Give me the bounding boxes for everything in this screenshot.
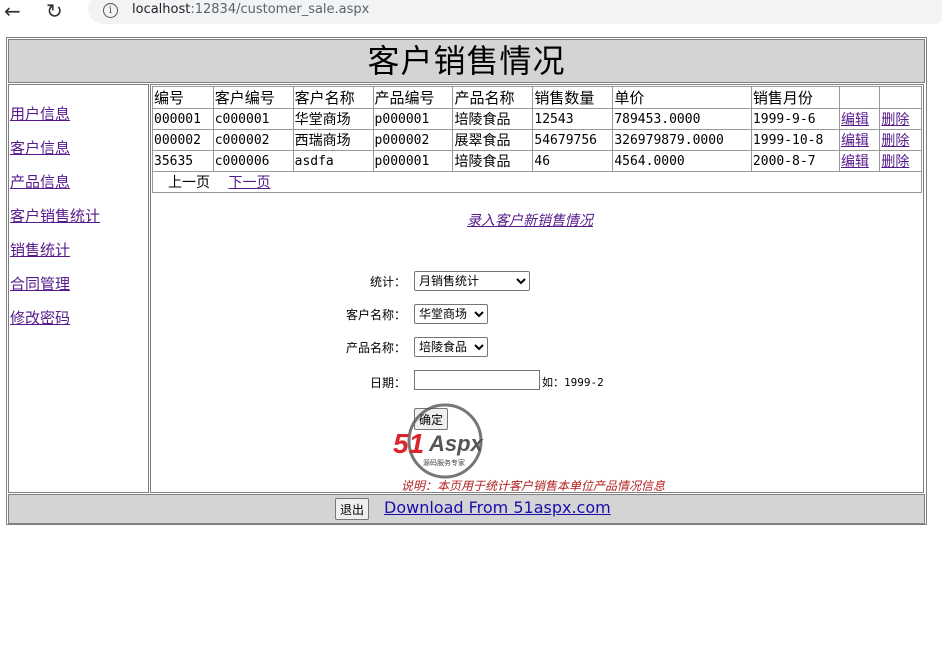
main-content: 编号 客户编号 客户名称 产品编号 产品名称 销售数量 单价 销售月份 0000… xyxy=(150,84,924,493)
cell-delete: 删除 xyxy=(879,108,922,130)
sidebar-item-contract-management[interactable]: 合同管理 xyxy=(10,273,70,294)
cell-customer-id: c000006 xyxy=(212,150,294,172)
page-note: 说明：本页用于统计客户销售本单位产品情况信息 xyxy=(401,479,666,493)
column-header xyxy=(879,86,922,109)
column-header: 客户编号 xyxy=(212,86,294,109)
sidebar: 用户信息 客户信息 产品信息 客户销售统计 销售统计 合同管理 修改密码 xyxy=(8,84,149,493)
sidebar-item-change-password[interactable]: 修改密码 xyxy=(10,307,70,328)
sidebar-item-customer-sales-stats[interactable]: 客户销售统计 xyxy=(10,205,100,226)
page-title: 客户销售情况 xyxy=(367,42,566,80)
url-text[interactable]: localhost:12834/customer_sale.aspx xyxy=(132,2,369,17)
51aspx-logo-watermark: 51 Aspx 源码服务专家 xyxy=(393,403,484,479)
cell-price: 326979879.0000 xyxy=(612,129,752,151)
table-header-row: 编号 客户编号 客户名称 产品编号 产品名称 销售数量 单价 销售月份 xyxy=(152,86,922,109)
table-row: 35635 c000006 asdfa p000001 培陵食品 46 4564… xyxy=(152,150,922,172)
cell-customer-name: 华堂商场 xyxy=(292,108,374,130)
cell-id: 000002 xyxy=(152,129,214,151)
delete-link[interactable]: 删除 xyxy=(881,154,909,170)
cell-price: 4564.0000 xyxy=(612,150,752,172)
pager: 上一页 下一页 xyxy=(152,171,922,193)
cell-quantity: 46 xyxy=(532,150,614,172)
cell-month: 1999-10-8 xyxy=(750,129,840,151)
cell-customer-id: c000001 xyxy=(212,108,294,130)
cell-customer-name: asdfa xyxy=(292,150,374,172)
cell-customer-id: c000002 xyxy=(212,129,294,151)
column-header: 编号 xyxy=(152,86,214,109)
column-header: 单价 xyxy=(612,86,752,109)
cell-product-id: p000001 xyxy=(372,108,454,130)
product-label: 产品名称： xyxy=(345,341,406,355)
column-header: 销售数量 xyxy=(532,86,614,109)
cell-price: 789453.0000 xyxy=(612,108,752,130)
download-link[interactable]: Download From 51aspx.com xyxy=(384,498,611,517)
cell-customer-name: 西瑞商场 xyxy=(292,129,374,151)
delete-link[interactable]: 删除 xyxy=(881,112,909,128)
prev-page-label: 上一页 xyxy=(168,175,210,191)
exit-button[interactable]: 退出 xyxy=(335,498,370,520)
sidebar-item-sales-stats[interactable]: 销售统计 xyxy=(10,239,70,260)
cell-product-name: 展翠食品 xyxy=(452,129,534,151)
cell-month: 2000-8-7 xyxy=(750,150,840,172)
browser-toolbar: ← ↻ i localhost:12834/customer_sale.aspx xyxy=(0,0,942,24)
date-hint: 如：1999-2 xyxy=(542,376,604,389)
cell-month: 1999-9-6 xyxy=(750,108,840,130)
page-header: 客户销售情况 xyxy=(8,39,925,83)
cell-id: 35635 xyxy=(152,150,214,172)
column-header xyxy=(838,86,881,109)
cell-edit: 编辑 xyxy=(838,150,881,172)
url-host: localhost xyxy=(132,2,191,17)
back-arrow-icon[interactable]: ← xyxy=(4,0,21,22)
date-label: 日期： xyxy=(369,376,406,390)
table-row: 000001 c000001 华堂商场 p000001 培陵食品 12543 7… xyxy=(152,108,922,130)
customer-select[interactable]: 华堂商场 xyxy=(414,304,488,324)
cell-product-name: 培陵食品 xyxy=(452,150,534,172)
info-icon[interactable]: i xyxy=(103,3,118,18)
reload-icon[interactable]: ↻ xyxy=(46,0,63,22)
stat-label: 统计： xyxy=(369,275,406,289)
edit-link[interactable]: 编辑 xyxy=(841,154,869,170)
product-select[interactable]: 培陵食品 xyxy=(414,337,488,357)
sales-table: 编号 客户编号 客户名称 产品编号 产品名称 销售数量 单价 销售月份 0000… xyxy=(152,86,922,193)
url-path: :12834/customer_sale.aspx xyxy=(190,2,370,17)
cell-delete: 删除 xyxy=(879,150,922,172)
delete-link[interactable]: 删除 xyxy=(881,133,909,149)
cell-product-id: p000001 xyxy=(372,150,454,172)
logo-51-text: 51 xyxy=(393,428,424,459)
cell-quantity: 54679756 xyxy=(532,129,614,151)
cell-product-id: p000002 xyxy=(372,129,454,151)
page-frame: 客户销售情况 用户信息 客户信息 产品信息 客户销售统计 销售统计 合同管理 修… xyxy=(6,37,927,525)
add-new-sale-link[interactable]: 录入客户新销售情况 xyxy=(467,210,593,230)
edit-link[interactable]: 编辑 xyxy=(841,112,869,128)
sidebar-item-customer-info[interactable]: 客户信息 xyxy=(10,137,70,158)
cell-delete: 删除 xyxy=(879,129,922,151)
customer-label: 客户名称： xyxy=(345,308,406,322)
cell-edit: 编辑 xyxy=(838,108,881,130)
table-row: 000002 c000002 西瑞商场 p000002 展翠食品 5467975… xyxy=(152,129,922,151)
logo-tagline: 源码服务专家 xyxy=(423,458,465,467)
cell-product-name: 培陵食品 xyxy=(452,108,534,130)
page-footer: 退出 Download From 51aspx.com xyxy=(8,494,925,524)
sidebar-item-product-info[interactable]: 产品信息 xyxy=(10,171,70,192)
column-header: 销售月份 xyxy=(750,86,840,109)
cell-edit: 编辑 xyxy=(838,129,881,151)
stat-select[interactable]: 月销售统计 xyxy=(414,271,530,291)
next-page-link[interactable]: 下一页 xyxy=(228,175,270,191)
pager-row: 上一页 下一页 xyxy=(152,171,922,193)
column-header: 客户名称 xyxy=(292,86,374,109)
sidebar-item-user-info[interactable]: 用户信息 xyxy=(10,103,70,124)
edit-link[interactable]: 编辑 xyxy=(841,133,869,149)
column-header: 产品名称 xyxy=(452,86,534,109)
date-input[interactable] xyxy=(414,370,540,390)
cell-id: 000001 xyxy=(152,108,214,130)
cell-quantity: 12543 xyxy=(532,108,614,130)
column-header: 产品编号 xyxy=(372,86,454,109)
logo-aspx-text: Aspx xyxy=(428,431,484,456)
